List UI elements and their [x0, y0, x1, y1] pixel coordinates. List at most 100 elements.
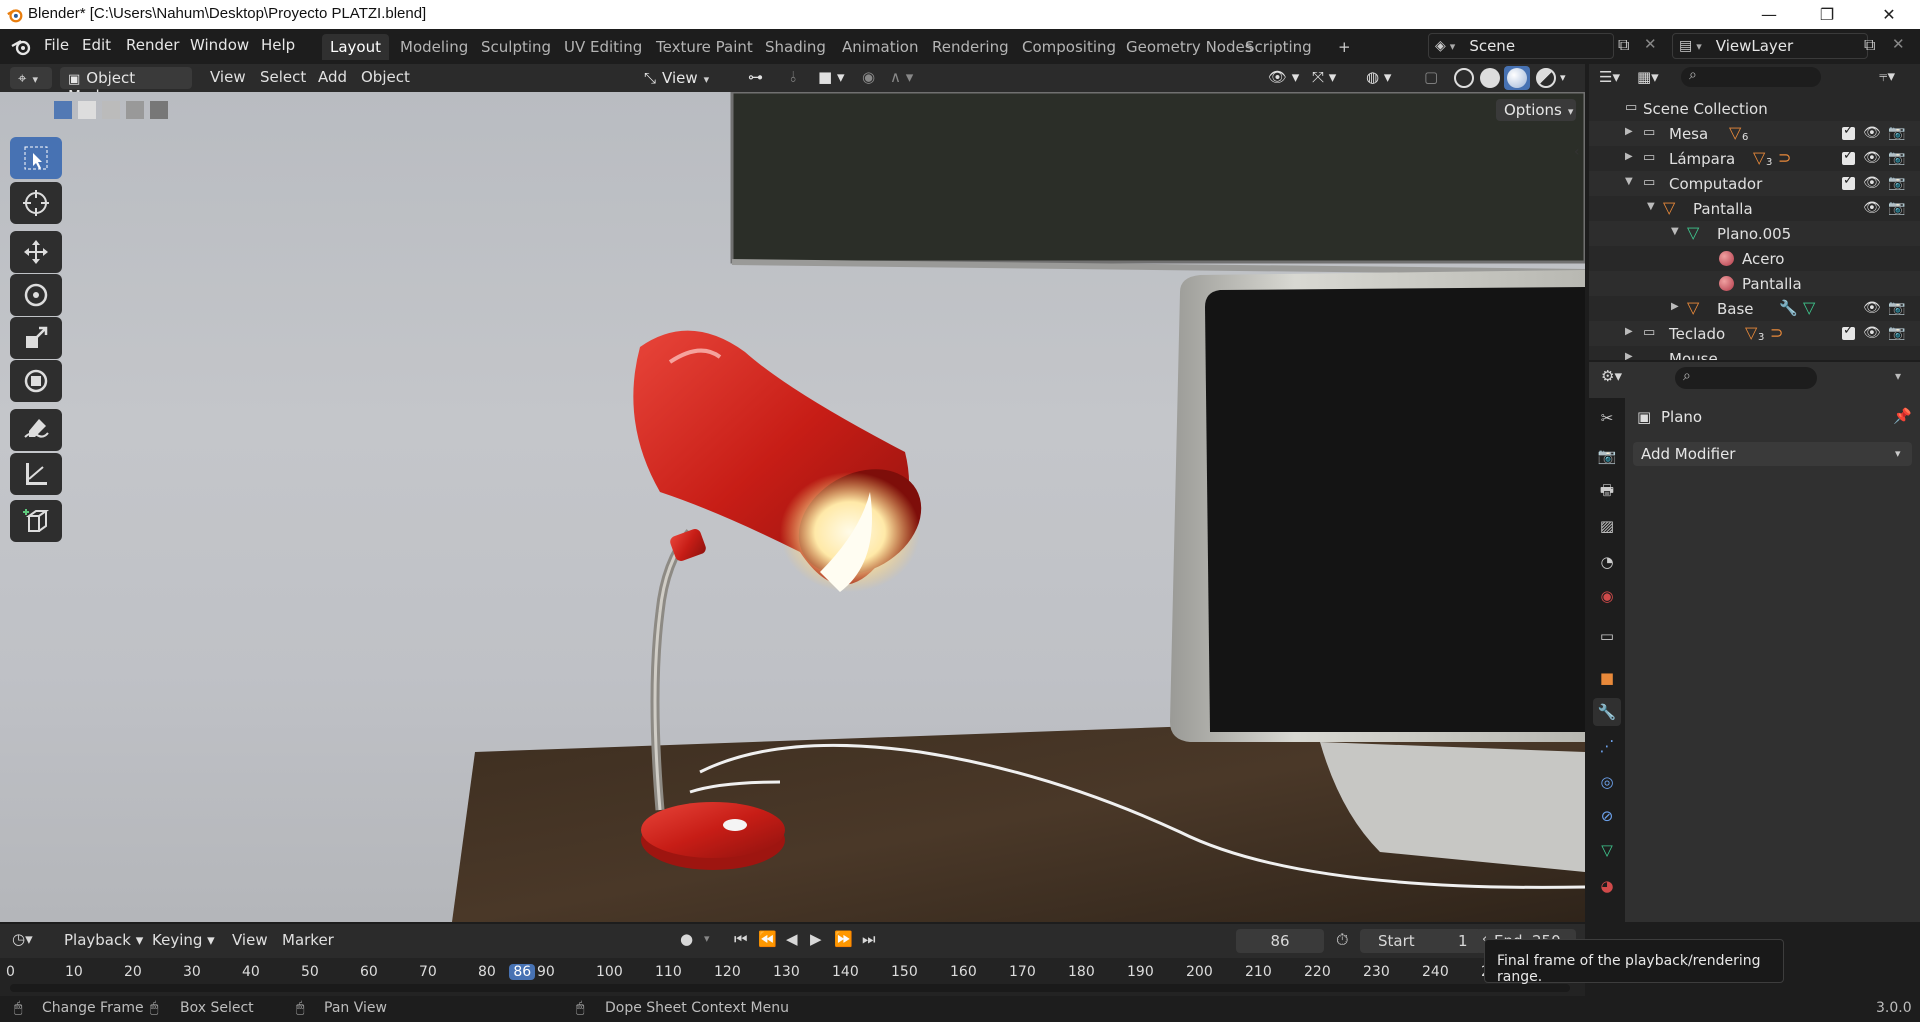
menu-render[interactable]: Render [126, 36, 179, 54]
jump-start-icon[interactable]: ⏮ [734, 930, 748, 948]
outliner-row-teclado[interactable]: ▶ ▭ Teclado ▽ 3 ⊃ 👁 📷 [1589, 321, 1920, 346]
scene-selector[interactable]: ◈ ▾ Scene [1428, 33, 1614, 59]
transform-orientation-dropdown[interactable]: ⤡ View ▾ [636, 67, 738, 89]
proportional-edit-icon[interactable]: ◉ [862, 68, 875, 86]
data-tab[interactable]: ▽ [1593, 836, 1621, 864]
snap-target-icon[interactable]: ■ ▾ [818, 68, 844, 86]
camera-icon[interactable]: 📷 [1888, 300, 1905, 316]
expand-arrow-icon[interactable]: ▶ [1625, 126, 1633, 137]
tab-animation[interactable]: Animation [834, 34, 926, 60]
tab-texture-paint[interactable]: Texture Paint [648, 34, 761, 60]
prev-keyframe-icon[interactable]: ⏪ [758, 930, 777, 948]
record-keyframe-icon[interactable]: ● [680, 930, 693, 948]
mode-dropdown[interactable]: ▣Object Mode▾ [60, 67, 192, 105]
menu-edit[interactable]: Edit [82, 36, 111, 54]
timeline-scrollbar[interactable] [10, 984, 1570, 992]
menu-file[interactable]: File [44, 36, 69, 54]
expand-arrow-icon[interactable]: ▶ [1671, 301, 1679, 312]
menu-help[interactable]: Help [261, 36, 295, 54]
close-window-button[interactable]: ✕ [1862, 0, 1916, 29]
next-keyframe-icon[interactable]: ⏩ [834, 930, 853, 948]
menu-playback[interactable]: Playback ▾ [64, 931, 143, 949]
solid-shading-icon[interactable] [1480, 68, 1500, 88]
play-reverse-icon[interactable]: ◀ [786, 930, 798, 948]
delete-viewlayer-icon[interactable]: ✕ [1892, 35, 1905, 53]
expand-arrow-icon[interactable]: ▶ [1625, 351, 1633, 360]
options-dropdown[interactable]: Options ▾ [1496, 99, 1576, 121]
outliner-row-scene-collection[interactable]: ▭ Scene Collection [1589, 96, 1920, 121]
gizmo-icon[interactable]: ⤧ ▾ [1312, 68, 1336, 86]
camera-icon[interactable]: 📷 [1888, 200, 1905, 216]
start-frame-field[interactable]: Start 1 [1360, 929, 1482, 953]
tool-tab[interactable]: ✂ [1593, 404, 1621, 432]
display-mode-icon[interactable]: ▦▾ [1637, 68, 1659, 86]
properties-search-input[interactable]: ⌕ [1675, 367, 1817, 389]
blender-menu-icon[interactable] [10, 37, 32, 57]
collapse-arrow-icon[interactable]: ▼ [1625, 176, 1633, 187]
outliner-row-lampara[interactable]: ▶ ▭ Lámpara ▽ 3 ⊃ 👁 📷 [1589, 146, 1920, 171]
tab-modeling[interactable]: Modeling [392, 34, 476, 60]
add-modifier-dropdown[interactable]: Add Modifier ▾ [1633, 442, 1912, 466]
select-box-tool[interactable] [10, 137, 62, 179]
outliner-search-input[interactable]: ⌕ [1681, 67, 1821, 87]
menu-window[interactable]: Window [190, 36, 249, 54]
scene-tab[interactable]: ◔ [1593, 548, 1621, 576]
add-workspace-button[interactable]: + [1330, 34, 1359, 60]
collection-tab[interactable]: ▭ [1593, 622, 1621, 650]
annotate-tool[interactable] [10, 409, 62, 451]
menu-object[interactable]: Object [361, 68, 410, 86]
outliner-row-pantalla-object[interactable]: ▼ ▽ Pantalla 👁 📷 [1589, 196, 1920, 221]
menu-add[interactable]: Add [318, 68, 347, 86]
scale-tool[interactable] [10, 317, 62, 359]
collapse-arrow-icon[interactable]: ▼ [1647, 201, 1655, 212]
xray-icon[interactable]: ▢ [1424, 68, 1438, 86]
add-cube-tool[interactable] [10, 500, 62, 542]
expand-arrow-icon[interactable]: ▶ [1625, 326, 1633, 337]
sidebar-toggle-icon[interactable]: ‹ [1574, 144, 1580, 160]
eye-icon[interactable]: 👁 [1863, 300, 1881, 316]
stopwatch-icon[interactable]: ⏱ [1336, 930, 1348, 950]
eye-icon[interactable]: 👁 [1863, 150, 1881, 166]
camera-icon[interactable]: 📷 [1888, 175, 1905, 191]
outliner-row-base[interactable]: ▶ ▽ Base 🔧 ▽ 👁 📷 [1589, 296, 1920, 321]
exclude-checkbox[interactable] [1842, 123, 1855, 140]
pivot-point-icon[interactable]: ⊶ [748, 68, 763, 86]
new-scene-icon[interactable]: ⧉ [1618, 35, 1629, 55]
exclude-checkbox[interactable] [1842, 148, 1855, 165]
outliner-editor-icon[interactable]: ☰▾ [1599, 68, 1620, 86]
material-tab[interactable]: ◕ [1593, 872, 1621, 900]
wireframe-shading-icon[interactable] [1454, 68, 1474, 88]
new-viewlayer-icon[interactable]: ⧉ [1864, 35, 1875, 55]
tab-layout[interactable]: Layout [322, 34, 389, 60]
pin-icon[interactable]: 📌 [1893, 407, 1912, 425]
jump-end-icon[interactable]: ⏭ [862, 930, 876, 948]
minimize-button[interactable]: — [1742, 0, 1796, 29]
tab-scripting[interactable]: Scripting [1237, 34, 1320, 60]
eye-icon[interactable]: 👁 [1863, 125, 1881, 141]
menu-view[interactable]: View [232, 931, 268, 949]
outliner-row-computador[interactable]: ▼ ▭ Computador 👁 📷 [1589, 171, 1920, 196]
exclude-checkbox[interactable] [1842, 323, 1855, 340]
viewlayer-selector[interactable]: ▤ ▾ ViewLayer [1672, 33, 1868, 59]
measure-tool[interactable] [10, 453, 62, 495]
exclude-checkbox[interactable] [1842, 173, 1855, 190]
eye-icon[interactable]: 👁 [1863, 175, 1881, 191]
restore-button[interactable]: ❐ [1800, 0, 1854, 29]
current-frame-field[interactable]: 86 [1236, 929, 1324, 953]
3d-viewport[interactable]: Options ▾ ‹ [0, 92, 1585, 922]
overlays-icon[interactable]: ◍ ▾ [1366, 68, 1391, 86]
output-tab[interactable]: 🖶 [1593, 478, 1621, 506]
outliner-row-plano005[interactable]: ▼ ▽ Plano.005 [1589, 221, 1920, 246]
playhead-frame[interactable]: 86 [509, 964, 536, 980]
outliner-row-mesa[interactable]: ▶ ▭ Mesa ▽ 6 👁 📷 [1589, 121, 1920, 146]
camera-icon[interactable]: 📷 [1888, 125, 1905, 141]
play-icon[interactable]: ▶ [810, 930, 822, 948]
camera-icon[interactable]: 📷 [1888, 150, 1905, 166]
object-tab[interactable]: ■ [1593, 664, 1621, 692]
snap-icon[interactable]: ⫰ [790, 68, 797, 86]
chevron-down-icon[interactable]: ▾ [1895, 369, 1901, 383]
visibility-icon[interactable]: 👁 ▾ [1268, 68, 1299, 86]
menu-select[interactable]: Select [260, 68, 306, 86]
outliner-row-mouse[interactable]: ▶ Mouse [1589, 346, 1920, 360]
move-tool[interactable] [10, 231, 62, 273]
